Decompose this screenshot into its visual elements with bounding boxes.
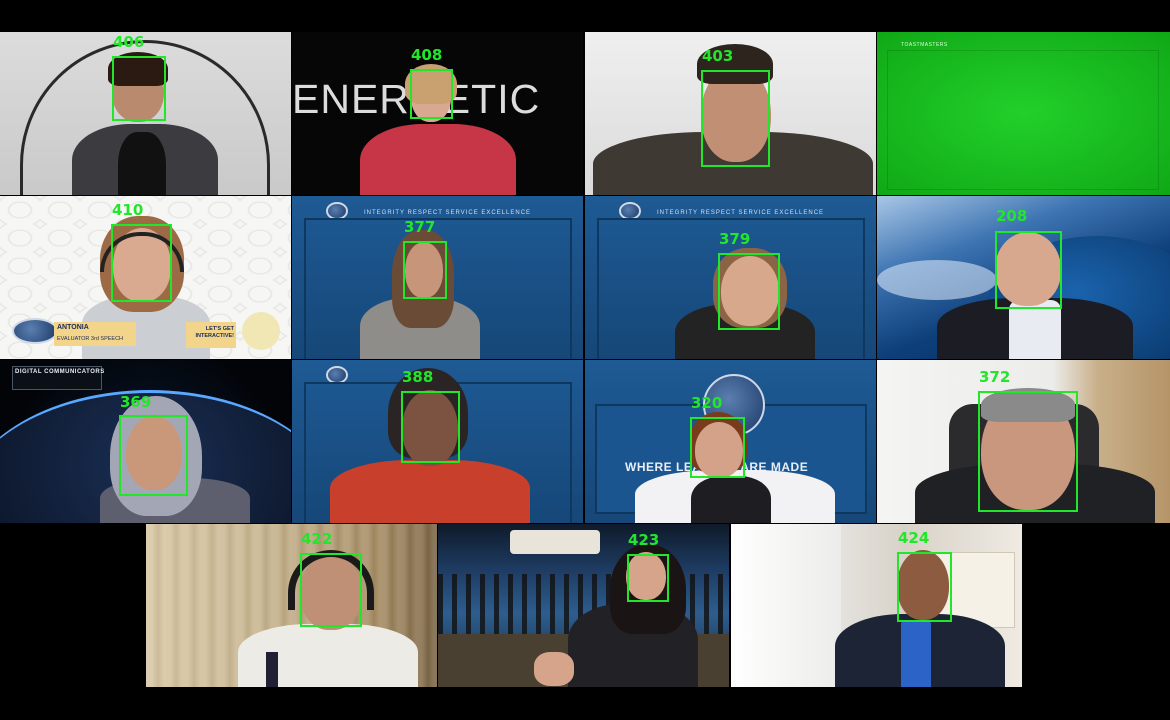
- video-tile-10[interactable]: 388: [292, 360, 583, 523]
- ferry-boat: [510, 530, 600, 554]
- wave-foam: [877, 260, 997, 300]
- video-tile-6[interactable]: INTEGRITY RESPECT SERVICE EXCELLENCE 377: [292, 196, 583, 359]
- face-bounding-box: [701, 70, 770, 167]
- participant-body: [330, 460, 530, 523]
- shirt-stripe: [266, 652, 278, 687]
- video-tile-5[interactable]: ANTONIA EVALUATOR 3rd SPEECH LET'S GET I…: [0, 196, 291, 359]
- face-id-label: 320: [691, 394, 723, 412]
- face-bounding-box: [300, 553, 362, 627]
- face-id-label: 372: [979, 368, 1011, 386]
- face-bounding-box: [410, 69, 453, 119]
- face-bounding-box: [718, 253, 780, 330]
- toastmasters-logo-text: TOASTMASTERS: [901, 42, 948, 48]
- window-light: [731, 524, 841, 687]
- video-tile-14[interactable]: 423: [438, 524, 729, 687]
- video-tile-2[interactable]: ENERGETIC 408: [292, 32, 583, 195]
- participant-body: [360, 124, 516, 195]
- toastmasters-logo-icon: [12, 318, 58, 344]
- face-id-label: 369: [120, 393, 152, 411]
- face-bounding-box: [995, 231, 1062, 309]
- video-tile-7[interactable]: INTEGRITY RESPECT SERVICE EXCELLENCE 379: [585, 196, 876, 359]
- participant-body: [238, 624, 418, 687]
- video-tile-11[interactable]: WHERE LEADERS ARE MADE 320: [585, 360, 876, 523]
- face-id-label: 403: [702, 47, 734, 65]
- face-id-label: 388: [402, 368, 434, 386]
- face-id-label: 410: [112, 201, 144, 219]
- video-tile-3[interactable]: 403: [585, 32, 876, 195]
- lightbulb-icon: [242, 312, 280, 350]
- brand-name: DIGITAL COMMUNICATORS: [15, 369, 105, 375]
- video-tile-13[interactable]: 422: [146, 524, 437, 687]
- face-id-label: 423: [628, 531, 660, 549]
- face-bounding-box: [403, 241, 447, 299]
- video-call-gallery: 406 ENERGETIC 408 403 TOASTMASTERS ANTON…: [0, 0, 1170, 720]
- caption-name: ANTONIA: [57, 324, 89, 331]
- face-id-label: 408: [411, 46, 443, 64]
- face-id-label: 424: [898, 529, 930, 547]
- face-id-label: 406: [113, 33, 145, 51]
- face-bounding-box: [401, 391, 460, 463]
- face-bounding-box: [978, 391, 1078, 512]
- face-bounding-box: [112, 56, 166, 121]
- face-bounding-box: [690, 417, 745, 478]
- interactive-badge-text: LET'S GET INTERACTIVE!: [195, 326, 235, 339]
- face-id-label: 379: [719, 230, 751, 248]
- hand-gesture: [534, 652, 574, 686]
- participant-shirt: [901, 620, 931, 687]
- participant-shirt: [118, 132, 166, 195]
- video-tile-9[interactable]: DIGITAL COMMUNICATORS 369: [0, 360, 291, 523]
- video-tile-1[interactable]: 406: [0, 32, 291, 195]
- video-tile-12[interactable]: 372: [877, 360, 1170, 523]
- face-bounding-box: [119, 415, 188, 496]
- video-tile-8[interactable]: 208: [877, 196, 1170, 359]
- participant-vest: [691, 476, 771, 523]
- caption-role: EVALUATOR 3rd SPEECH: [57, 336, 124, 342]
- green-screen-frame: [887, 50, 1159, 190]
- video-tile-4[interactable]: TOASTMASTERS: [877, 32, 1170, 195]
- face-bounding-box: [897, 552, 952, 622]
- values-banner: INTEGRITY RESPECT SERVICE EXCELLENCE: [364, 210, 532, 216]
- video-tile-15[interactable]: 424: [731, 524, 1022, 687]
- face-id-label: 422: [301, 530, 333, 548]
- values-banner: INTEGRITY RESPECT SERVICE EXCELLENCE: [657, 210, 825, 216]
- face-id-label: 377: [404, 218, 436, 236]
- face-id-label: 208: [996, 207, 1028, 225]
- face-bounding-box: [111, 224, 172, 302]
- face-bounding-box: [627, 554, 669, 602]
